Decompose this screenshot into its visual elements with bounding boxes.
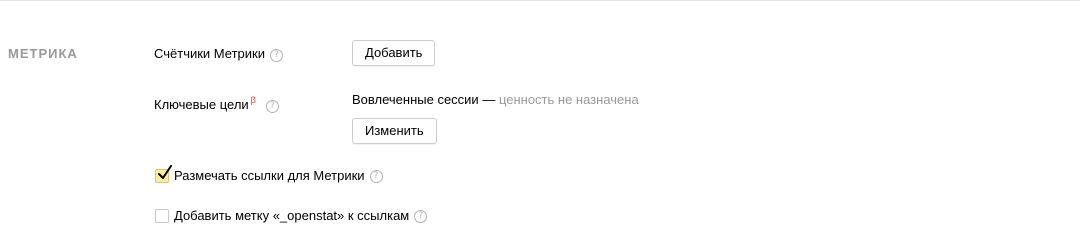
beta-badge: β	[250, 95, 256, 105]
change-goals-button[interactable]: Изменить	[352, 118, 437, 144]
counters-label: Счётчики Метрики	[154, 46, 265, 61]
openstat-checkbox[interactable]	[155, 209, 169, 223]
key-goal-dash: —	[478, 92, 499, 107]
add-counter-button[interactable]: Добавить	[352, 40, 436, 66]
help-icon[interactable]: ?	[414, 209, 428, 223]
checkmark-icon	[158, 165, 172, 179]
openstat-label[interactable]: Добавить метку «_openstat» к ссылкам	[174, 208, 409, 224]
key-goals-label: Ключевые цели	[154, 97, 249, 112]
counters-row-label: Счётчики Метрики?	[154, 46, 283, 62]
openstat-option[interactable]: Добавить метку «_openstat» к ссылкам?	[155, 208, 428, 224]
mark-links-label[interactable]: Размечать ссылки для Метрики	[174, 168, 365, 184]
key-goal-status: ценность не назначена	[498, 92, 639, 107]
key-goal-summary: Вовлеченные сессии — ценность не назначе…	[352, 92, 639, 108]
mark-links-checkbox[interactable]	[155, 165, 172, 183]
top-divider	[0, 0, 1080, 1]
help-icon[interactable]: ?	[369, 169, 383, 183]
key-goals-row-label: Ключевые цели β?	[154, 92, 279, 113]
mark-links-option[interactable]: Размечать ссылки для Метрики?	[155, 165, 383, 184]
help-icon[interactable]: ?	[265, 100, 279, 113]
key-goal-name: Вовлеченные сессии	[352, 92, 479, 107]
help-icon[interactable]: ?	[269, 49, 283, 62]
section-title: Метрика	[8, 46, 78, 61]
